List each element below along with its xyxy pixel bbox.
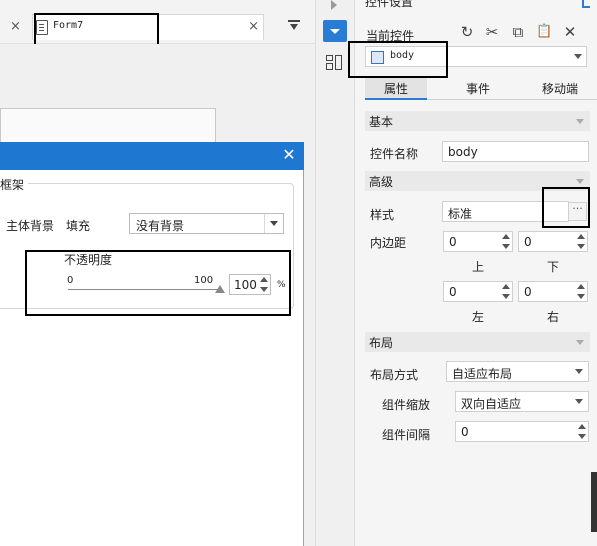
section-basic-title: 基本 — [369, 115, 394, 129]
pin-icon[interactable] — [582, 0, 590, 8]
padding-right-caption: 右 — [547, 310, 560, 324]
spin-down-icon[interactable] — [578, 434, 586, 439]
side-icon-strip — [315, 0, 355, 546]
tab-overflow-icon[interactable] — [288, 20, 302, 32]
tab-events[interactable]: 事件 — [447, 78, 509, 100]
padding-left-caption: 左 — [472, 310, 485, 324]
style-label: 样式 — [370, 208, 395, 222]
panel-title: 控件设置 — [365, 0, 414, 9]
control-name-label: 控件名称 — [370, 147, 419, 161]
chevron-down-icon[interactable] — [575, 399, 583, 404]
control-name-input[interactable]: body — [442, 141, 589, 162]
background-select-value: 没有背景 — [136, 219, 185, 233]
chevron-down-icon[interactable] — [576, 340, 584, 345]
background-label: 主体背景 — [6, 219, 55, 233]
tab-mobile[interactable]: 移动端 — [529, 78, 591, 100]
chevron-down-icon[interactable] — [576, 179, 584, 184]
spin-up-icon[interactable] — [502, 234, 510, 239]
dialog-close-icon[interactable]: ✕ — [280, 146, 298, 164]
padding-right-value: 0 — [524, 285, 532, 299]
spin-up-icon[interactable] — [577, 284, 585, 289]
component-scale-select[interactable]: 双向自适应 — [455, 391, 589, 412]
highlight-box — [542, 187, 590, 228]
chevron-down-icon[interactable] — [264, 214, 283, 233]
background-select[interactable]: 没有背景 — [129, 213, 284, 234]
fill-label: 填充 — [66, 219, 91, 233]
chevron-down-icon[interactable] — [575, 369, 583, 374]
padding-left-value: 0 — [449, 285, 457, 299]
layout-icon[interactable] — [326, 55, 343, 70]
tab-close-icon[interactable]: × — [10, 20, 21, 34]
padding-bottom-value: 0 — [524, 235, 532, 249]
highlight-box — [348, 41, 448, 78]
style-value: 标准 — [448, 207, 473, 221]
padding-bottom-spinbox[interactable]: 0 — [518, 231, 588, 252]
section-advanced-title: 高级 — [369, 175, 394, 189]
copy-icon[interactable]: ⧉ — [510, 24, 526, 40]
chevron-down-icon[interactable] — [574, 54, 582, 59]
delete-icon[interactable]: ✕ — [562, 24, 578, 40]
padding-top-value: 0 — [449, 235, 457, 249]
component-gap-value: 0 — [461, 425, 469, 439]
dialog-title-bar — [0, 142, 304, 170]
spin-up-icon[interactable] — [577, 234, 585, 239]
control-name-value: body — [448, 145, 478, 159]
spin-down-icon[interactable] — [502, 244, 510, 249]
panel-dropdown-button[interactable] — [323, 20, 347, 42]
paste-icon[interactable]: 📋 — [536, 24, 552, 40]
scrollbar-thumb[interactable] — [591, 472, 597, 532]
spin-up-icon[interactable] — [502, 284, 510, 289]
collapse-arrow-icon[interactable] — [331, 0, 337, 10]
layout-mode-select[interactable]: 自适应布局 — [446, 361, 589, 382]
section-layout[interactable]: 布局 — [365, 332, 590, 352]
layout-mode-label: 布局方式 — [370, 368, 419, 382]
padding-left-spinbox[interactable]: 0 — [443, 281, 513, 302]
padding-label: 内边距 — [370, 236, 407, 250]
spin-down-icon[interactable] — [502, 294, 510, 299]
padding-top-spinbox[interactable]: 0 — [443, 231, 513, 252]
component-gap-spinbox[interactable]: 0 — [455, 421, 589, 442]
spin-up-icon[interactable] — [578, 424, 586, 429]
component-scale-label: 组件缩放 — [382, 398, 431, 412]
spin-down-icon[interactable] — [577, 244, 585, 249]
tab-properties[interactable]: 属性 — [365, 78, 427, 100]
tab-form7-close-icon[interactable]: × — [248, 20, 259, 34]
section-layout-title: 布局 — [369, 336, 394, 350]
frame-group-title: 框架 — [0, 176, 29, 193]
component-gap-label: 组件间隔 — [382, 428, 431, 442]
padding-right-spinbox[interactable]: 0 — [518, 281, 588, 302]
spin-down-icon[interactable] — [577, 294, 585, 299]
refresh-icon[interactable]: ↻ — [459, 24, 475, 40]
component-scale-value: 双向自适应 — [461, 397, 522, 411]
padding-top-caption: 上 — [472, 260, 485, 274]
highlight-box — [25, 250, 291, 316]
padding-bottom-caption: 下 — [547, 260, 560, 274]
section-basic[interactable]: 基本 — [365, 111, 590, 131]
layout-mode-value: 自适应布局 — [452, 367, 513, 381]
cut-icon[interactable]: ✂ — [484, 24, 500, 40]
chevron-down-icon[interactable] — [576, 119, 584, 124]
